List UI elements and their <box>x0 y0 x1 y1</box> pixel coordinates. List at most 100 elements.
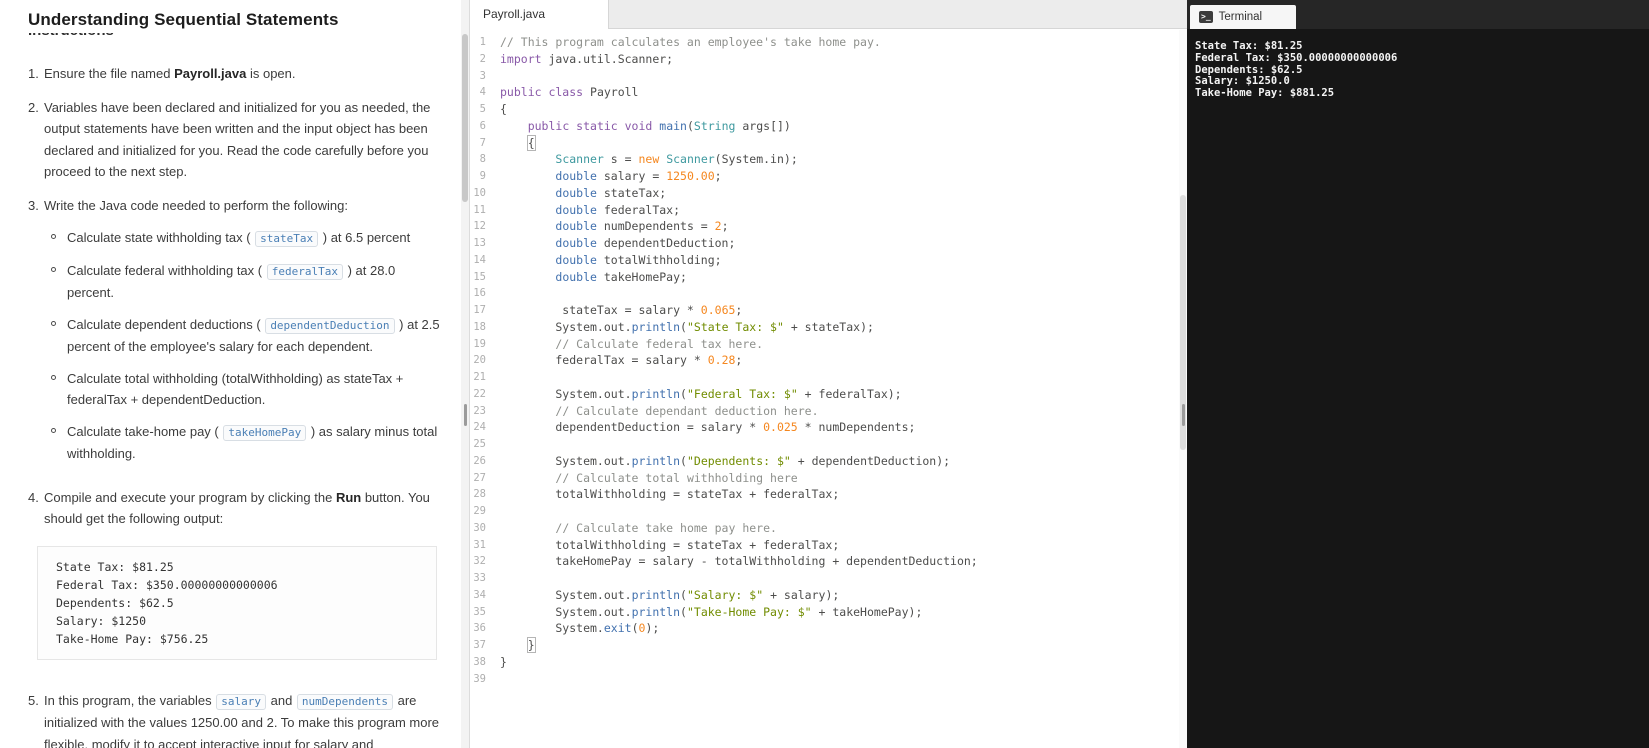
code-line[interactable]: 26 System.out.println("Dependents: $" + … <box>471 453 1179 470</box>
tab-terminal[interactable]: >_ Terminal <box>1190 5 1297 29</box>
panel-resize-grip-right[interactable] <box>1182 404 1185 426</box>
expected-output-line: Salary: $1250 <box>56 613 147 628</box>
code-token: System.out. <box>500 604 632 619</box>
code-line[interactable]: 22 System.out.println("Federal Tax: $" +… <box>471 386 1179 403</box>
code-token: + dependentDeduction); <box>790 453 951 468</box>
code-line[interactable]: 21 <box>471 369 1179 386</box>
code-line[interactable]: 28 totalWithholding = stateTax + federal… <box>471 486 1179 503</box>
code-line[interactable]: 27 // Calculate total withholding here <box>471 470 1179 487</box>
tab-payroll-java[interactable]: Payroll.java <box>471 0 609 29</box>
code-token: System. <box>500 621 604 636</box>
step-text: In this program, the variables salary an… <box>42 690 445 748</box>
code-line[interactable]: 14 double totalWithholding; <box>471 252 1179 269</box>
code-line[interactable]: 31 totalWithholding = stateTax + federal… <box>471 537 1179 554</box>
code-text: System.out.println("Take-Home Pay: $" + … <box>491 604 922 621</box>
scrolled-heading-clip: Instructions <box>28 33 469 43</box>
code-line[interactable]: 39 <box>471 671 1179 688</box>
panel-resize-grip-left[interactable] <box>464 404 467 426</box>
code-line[interactable]: 32 takeHomePay = salary - totalWithholdi… <box>471 553 1179 570</box>
line-number: 22 <box>473 387 486 400</box>
code-line[interactable]: 25 <box>471 436 1179 453</box>
code-line[interactable]: 24 dependentDeduction = salary * 0.025 *… <box>471 419 1179 436</box>
code-line[interactable]: 7 { <box>471 134 1179 152</box>
code-line[interactable]: 11 double federalTax; <box>471 202 1179 219</box>
bullet-text: Calculate state withholding tax ( stateT… <box>67 227 445 250</box>
code-token: "State Tax: $" <box>686 319 784 334</box>
code-text: // Calculate take home pay here. <box>491 520 777 537</box>
code-line[interactable]: 20 federalTax = salary * 0.28; <box>471 352 1179 369</box>
code-line[interactable]: 9 double salary = 1250.00; <box>471 168 1179 185</box>
code-line[interactable]: 17 stateTax = salary * 0.065; <box>471 302 1179 319</box>
left-scrollbar-thumb[interactable] <box>462 34 468 202</box>
code-line[interactable]: 5{ <box>471 101 1179 118</box>
code-line[interactable]: 30 // Calculate take home pay here. <box>471 520 1179 537</box>
inline-code-token: dependentDeduction <box>265 317 395 334</box>
instruction-step: 4. Compile and execute your program by cl… <box>28 487 445 678</box>
line-number: 21 <box>473 371 486 383</box>
code-token: + federalTax); <box>797 386 902 401</box>
code-line[interactable]: 19 // Calculate federal tax here. <box>471 336 1179 353</box>
code-token: } <box>526 637 536 653</box>
code-line[interactable]: 37 } <box>471 637 1179 654</box>
code-area[interactable]: 1 // This program calculates an employee'… <box>471 30 1179 748</box>
code-text: double numDependents = 2; <box>491 218 728 235</box>
code-text: totalWithholding = stateTax + federalTax… <box>491 486 839 503</box>
code-text: public class Payroll <box>491 84 638 101</box>
code-token: double <box>555 185 597 200</box>
code-token: // Calculate total withholding here <box>555 470 798 485</box>
code-line[interactable]: 4 public class Payroll <box>471 84 1179 101</box>
code-token: ( <box>680 453 687 468</box>
line-number: 10 <box>473 186 486 199</box>
code-text: Scanner s = new Scanner(System.in); <box>491 151 797 168</box>
instruction-steps: 1. Ensure the file named Payroll.java is … <box>28 63 445 748</box>
code-token: double <box>555 169 597 183</box>
terminal-output[interactable]: State Tax: $81.25 Federal Tax: $350.00000… <box>1187 29 1649 100</box>
code-line[interactable]: 29 <box>471 503 1179 520</box>
bullet-text: Calculate dependent deductions ( depende… <box>67 314 445 358</box>
code-line[interactable]: 13 double dependentDeduction; <box>471 235 1179 252</box>
code-line[interactable]: 35 System.out.println("Take-Home Pay: $"… <box>471 604 1179 621</box>
code-line[interactable]: 1 // This program calculates an employee'… <box>471 34 1179 51</box>
bullet-text: Calculate total withholding (totalWithho… <box>67 368 445 411</box>
code-token: // This program calculates an employee's… <box>500 35 881 49</box>
code-line[interactable]: 23 // Calculate dependant deduction here… <box>471 403 1179 420</box>
code-text: import java.util.Scanner; <box>491 51 673 68</box>
code-token: ( <box>631 621 639 636</box>
code-token: // Calculate federal tax here. <box>555 336 764 351</box>
left-scrollbar[interactable] <box>461 0 469 748</box>
code-line[interactable]: 2 import java.util.Scanner; <box>471 51 1179 68</box>
code-token: Scanner <box>555 152 604 167</box>
text-fragment: Calculate dependent deductions ( <box>67 316 265 332</box>
code-line[interactable]: 38} <box>471 654 1179 671</box>
line-number: 18 <box>473 320 486 333</box>
code-token: dependentDeduction = salary * <box>500 420 764 435</box>
code-line[interactable]: 6 public static void main(String args[]) <box>471 118 1179 135</box>
code-line[interactable]: 3 <box>471 68 1179 85</box>
code-token: dependentDeduction; <box>596 236 736 250</box>
bullet-item: Calculate federal withholding tax ( fede… <box>44 260 445 304</box>
code-line[interactable]: 10 double stateTax; <box>471 185 1179 202</box>
editor-scrollbar[interactable] <box>1179 30 1187 748</box>
code-line[interactable]: 8 Scanner s = new Scanner(System.in); <box>471 151 1179 168</box>
code-line[interactable]: 18 System.out.println("State Tax: $" + s… <box>471 319 1179 336</box>
bullet-item: Calculate dependent deductions ( depende… <box>44 314 445 358</box>
code-text: federalTax = salary * 0.28; <box>491 352 742 369</box>
line-number: 25 <box>473 438 486 450</box>
code-line[interactable]: 34 System.out.println("Salary: $" + sala… <box>471 587 1179 604</box>
code-line[interactable]: 16 <box>471 285 1179 302</box>
step-text: Variables have been declared and initial… <box>42 97 445 183</box>
code-line[interactable]: 36 System.exit(0); <box>471 620 1179 637</box>
bold-text: Run <box>335 489 362 505</box>
bullet-item: Calculate take-home pay ( takeHomePay ) … <box>44 421 445 465</box>
code-line[interactable]: 33 <box>471 570 1179 587</box>
code-line[interactable]: 15 double takeHomePay; <box>471 269 1179 286</box>
code-line[interactable]: 12 double numDependents = 2; <box>471 218 1179 235</box>
line-number: 20 <box>473 354 486 367</box>
